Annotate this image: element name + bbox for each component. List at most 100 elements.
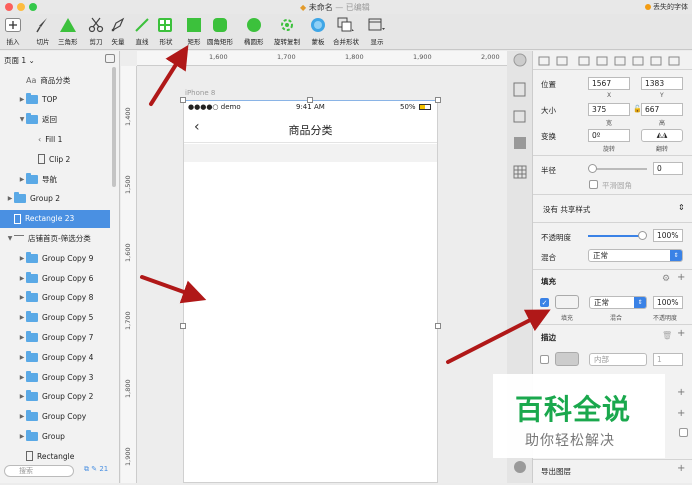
flip-buttons[interactable]: ◭◮ xyxy=(641,129,683,142)
resize-handle[interactable] xyxy=(435,323,441,329)
border-position-select[interactable]: 内部 xyxy=(589,353,647,366)
layer-row[interactable]: ‹ Fill 1 xyxy=(0,130,110,148)
border-thickness-field[interactable]: 1 xyxy=(653,353,683,366)
layer-row[interactable]: ▶ Group Copy 9 xyxy=(0,249,110,267)
border-enabled-checkbox[interactable] xyxy=(540,355,549,364)
smooth-corners-checkbox[interactable] xyxy=(589,180,598,189)
fill-enabled-checkbox[interactable]: ✓ xyxy=(540,298,549,307)
vector-tool[interactable]: 矢量 xyxy=(109,16,127,48)
artboard-name[interactable]: iPhone 8 xyxy=(185,89,215,97)
trash-icon[interactable]: 🗑 xyxy=(662,331,672,340)
layer-row[interactable]: Rectangle xyxy=(0,447,110,465)
rectangle-tool[interactable]: 矩形 xyxy=(185,16,203,48)
radius-slider[interactable] xyxy=(591,168,647,170)
layer-row[interactable]: ▼ 返回 xyxy=(0,111,110,129)
layer-row[interactable]: ▶ 导航 xyxy=(0,170,110,188)
layer-scrollbar[interactable] xyxy=(112,67,116,187)
layer-row[interactable]: ▼ 店铺首页-筛选分类 xyxy=(0,229,110,247)
page-selector[interactable]: 页面 1 ⌄ xyxy=(4,55,35,66)
add-export-icon[interactable]: + xyxy=(677,463,685,474)
view-tool[interactable]: 显示 xyxy=(368,16,386,48)
disclosure-closed-icon[interactable]: ▶ xyxy=(18,354,26,361)
opacity-slider-knob[interactable] xyxy=(638,231,647,240)
disclosure-closed-icon[interactable]: ▶ xyxy=(18,433,26,440)
blend-select[interactable]: 正常 ⇕ xyxy=(588,249,683,262)
slice-tool[interactable]: 切片 xyxy=(34,16,52,48)
opacity-slider[interactable] xyxy=(588,235,644,237)
disclosure-closed-icon[interactable]: ▶ xyxy=(6,195,14,202)
layer-row[interactable]: ▶ Group Copy 7 xyxy=(0,328,110,346)
layer-row[interactable]: ▶ Group Copy 4 xyxy=(0,348,110,366)
oval-tool[interactable]: 椭圆形 xyxy=(244,16,264,48)
disclosure-closed-icon[interactable]: ▶ xyxy=(18,96,26,103)
resize-handle[interactable] xyxy=(307,97,313,103)
horizontal-ruler[interactable]: 1,600 1,700 1,800 1,900 2,000 xyxy=(137,51,507,66)
layer-row[interactable]: ▶ Group Copy 5 xyxy=(0,309,110,327)
disclosure-open-icon[interactable]: ▼ xyxy=(18,116,26,123)
fill-opacity-field[interactable]: 100% xyxy=(653,296,683,309)
fill-blend-select[interactable]: 正常 ⇕ xyxy=(589,296,647,309)
radius-field[interactable]: 0 xyxy=(653,162,683,175)
resize-handle[interactable] xyxy=(435,97,441,103)
layer-filter-controls[interactable]: ⧉ ✎ 21 xyxy=(84,465,108,474)
insert-tool[interactable]: 插入 xyxy=(4,16,22,48)
close-window-button[interactable] xyxy=(5,3,13,11)
layer-row[interactable]: ▶ Group xyxy=(0,427,110,445)
combine-shapes-tool[interactable]: 合并形状 xyxy=(333,16,359,48)
shape-tool[interactable]: 形状 xyxy=(157,16,175,48)
gear-icon[interactable]: ⚙ xyxy=(662,274,670,284)
vertical-ruler[interactable]: 1,400 1,500 1,600 1,700 1,800 1,900 xyxy=(121,66,137,483)
updown-chevron-icon[interactable]: ⇕ xyxy=(678,203,685,212)
layer-search-input[interactable]: 搜索 xyxy=(4,465,74,477)
missing-fonts-button[interactable]: 丢失的字体 xyxy=(645,2,688,12)
disclosure-closed-icon[interactable]: ▶ xyxy=(18,413,26,420)
disclosure-closed-icon[interactable]: ▶ xyxy=(18,294,26,301)
mask-tool[interactable]: 蒙板 xyxy=(309,16,327,48)
layer-row[interactable]: ▶ Group Copy 2 xyxy=(0,388,110,406)
add-inner-shadow-icon[interactable]: + xyxy=(677,408,685,419)
blur-checkbox[interactable] xyxy=(679,428,688,437)
border-color-swatch[interactable] xyxy=(555,352,579,366)
rotate-copy-tool[interactable]: 旋转复制 xyxy=(274,16,300,48)
height-field[interactable]: 667 xyxy=(641,103,683,116)
layer-row[interactable]: ▶ Group Copy 6 xyxy=(0,269,110,287)
align-toolbar[interactable] xyxy=(533,53,692,69)
artboard[interactable]: ●●●●○ demo 9:41 AM 50% ‹ 商品分类 xyxy=(183,100,438,483)
triangle-tool[interactable]: 三角形 xyxy=(58,16,78,48)
layer-row[interactable]: ▶ Group Copy 3 xyxy=(0,368,110,386)
disclosure-closed-icon[interactable]: ▶ xyxy=(18,334,26,341)
shared-style-selector[interactable]: 没有 共享样式 xyxy=(543,204,590,215)
resize-handle[interactable] xyxy=(180,323,186,329)
x-position-field[interactable]: 1567 xyxy=(588,77,630,90)
resize-handle[interactable] xyxy=(180,97,186,103)
disclosure-closed-icon[interactable]: ▶ xyxy=(18,374,26,381)
rounded-rect-tool[interactable]: 圆角矩形 xyxy=(207,16,233,48)
layer-row[interactable]: ▶ TOP xyxy=(0,91,110,109)
canvas[interactable]: 1,600 1,700 1,800 1,900 2,000 1,400 1,50… xyxy=(121,51,507,483)
width-field[interactable]: 375 xyxy=(588,103,630,116)
disclosure-closed-icon[interactable]: ▶ xyxy=(18,314,26,321)
layer-row[interactable]: Aa 商品分类 xyxy=(0,71,110,89)
radius-slider-knob[interactable] xyxy=(588,164,597,173)
opacity-field[interactable]: 100% xyxy=(653,229,683,242)
y-position-field[interactable]: 1383 xyxy=(641,77,683,90)
add-shadow-icon[interactable]: + xyxy=(677,387,685,398)
disclosure-closed-icon[interactable]: ▶ xyxy=(18,393,26,400)
add-fill-icon[interactable]: + xyxy=(677,272,685,283)
zoom-window-button[interactable] xyxy=(29,3,37,11)
scissors-tool[interactable]: 剪刀 xyxy=(87,16,105,48)
layer-row[interactable]: ▶ Group 2 xyxy=(0,190,110,208)
line-tool[interactable]: 直线 xyxy=(133,16,151,48)
layer-row[interactable]: Rectangle 23 xyxy=(0,209,110,228)
rotation-field[interactable]: 0º xyxy=(588,129,630,142)
fill-color-swatch[interactable] xyxy=(555,295,579,309)
disclosure-closed-icon[interactable]: ▶ xyxy=(18,176,26,183)
disclosure-closed-icon[interactable]: ▶ xyxy=(18,255,26,262)
layer-row[interactable]: ▶ Group Copy xyxy=(0,408,110,426)
disclosure-open-icon[interactable]: ▼ xyxy=(6,235,14,242)
add-border-icon[interactable]: + xyxy=(677,328,685,339)
layer-row[interactable]: Clip 2 xyxy=(0,150,110,168)
collapse-pages-icon[interactable] xyxy=(105,54,115,63)
minimize-window-button[interactable] xyxy=(17,3,25,11)
layer-row[interactable]: ▶ Group Copy 8 xyxy=(0,289,110,307)
